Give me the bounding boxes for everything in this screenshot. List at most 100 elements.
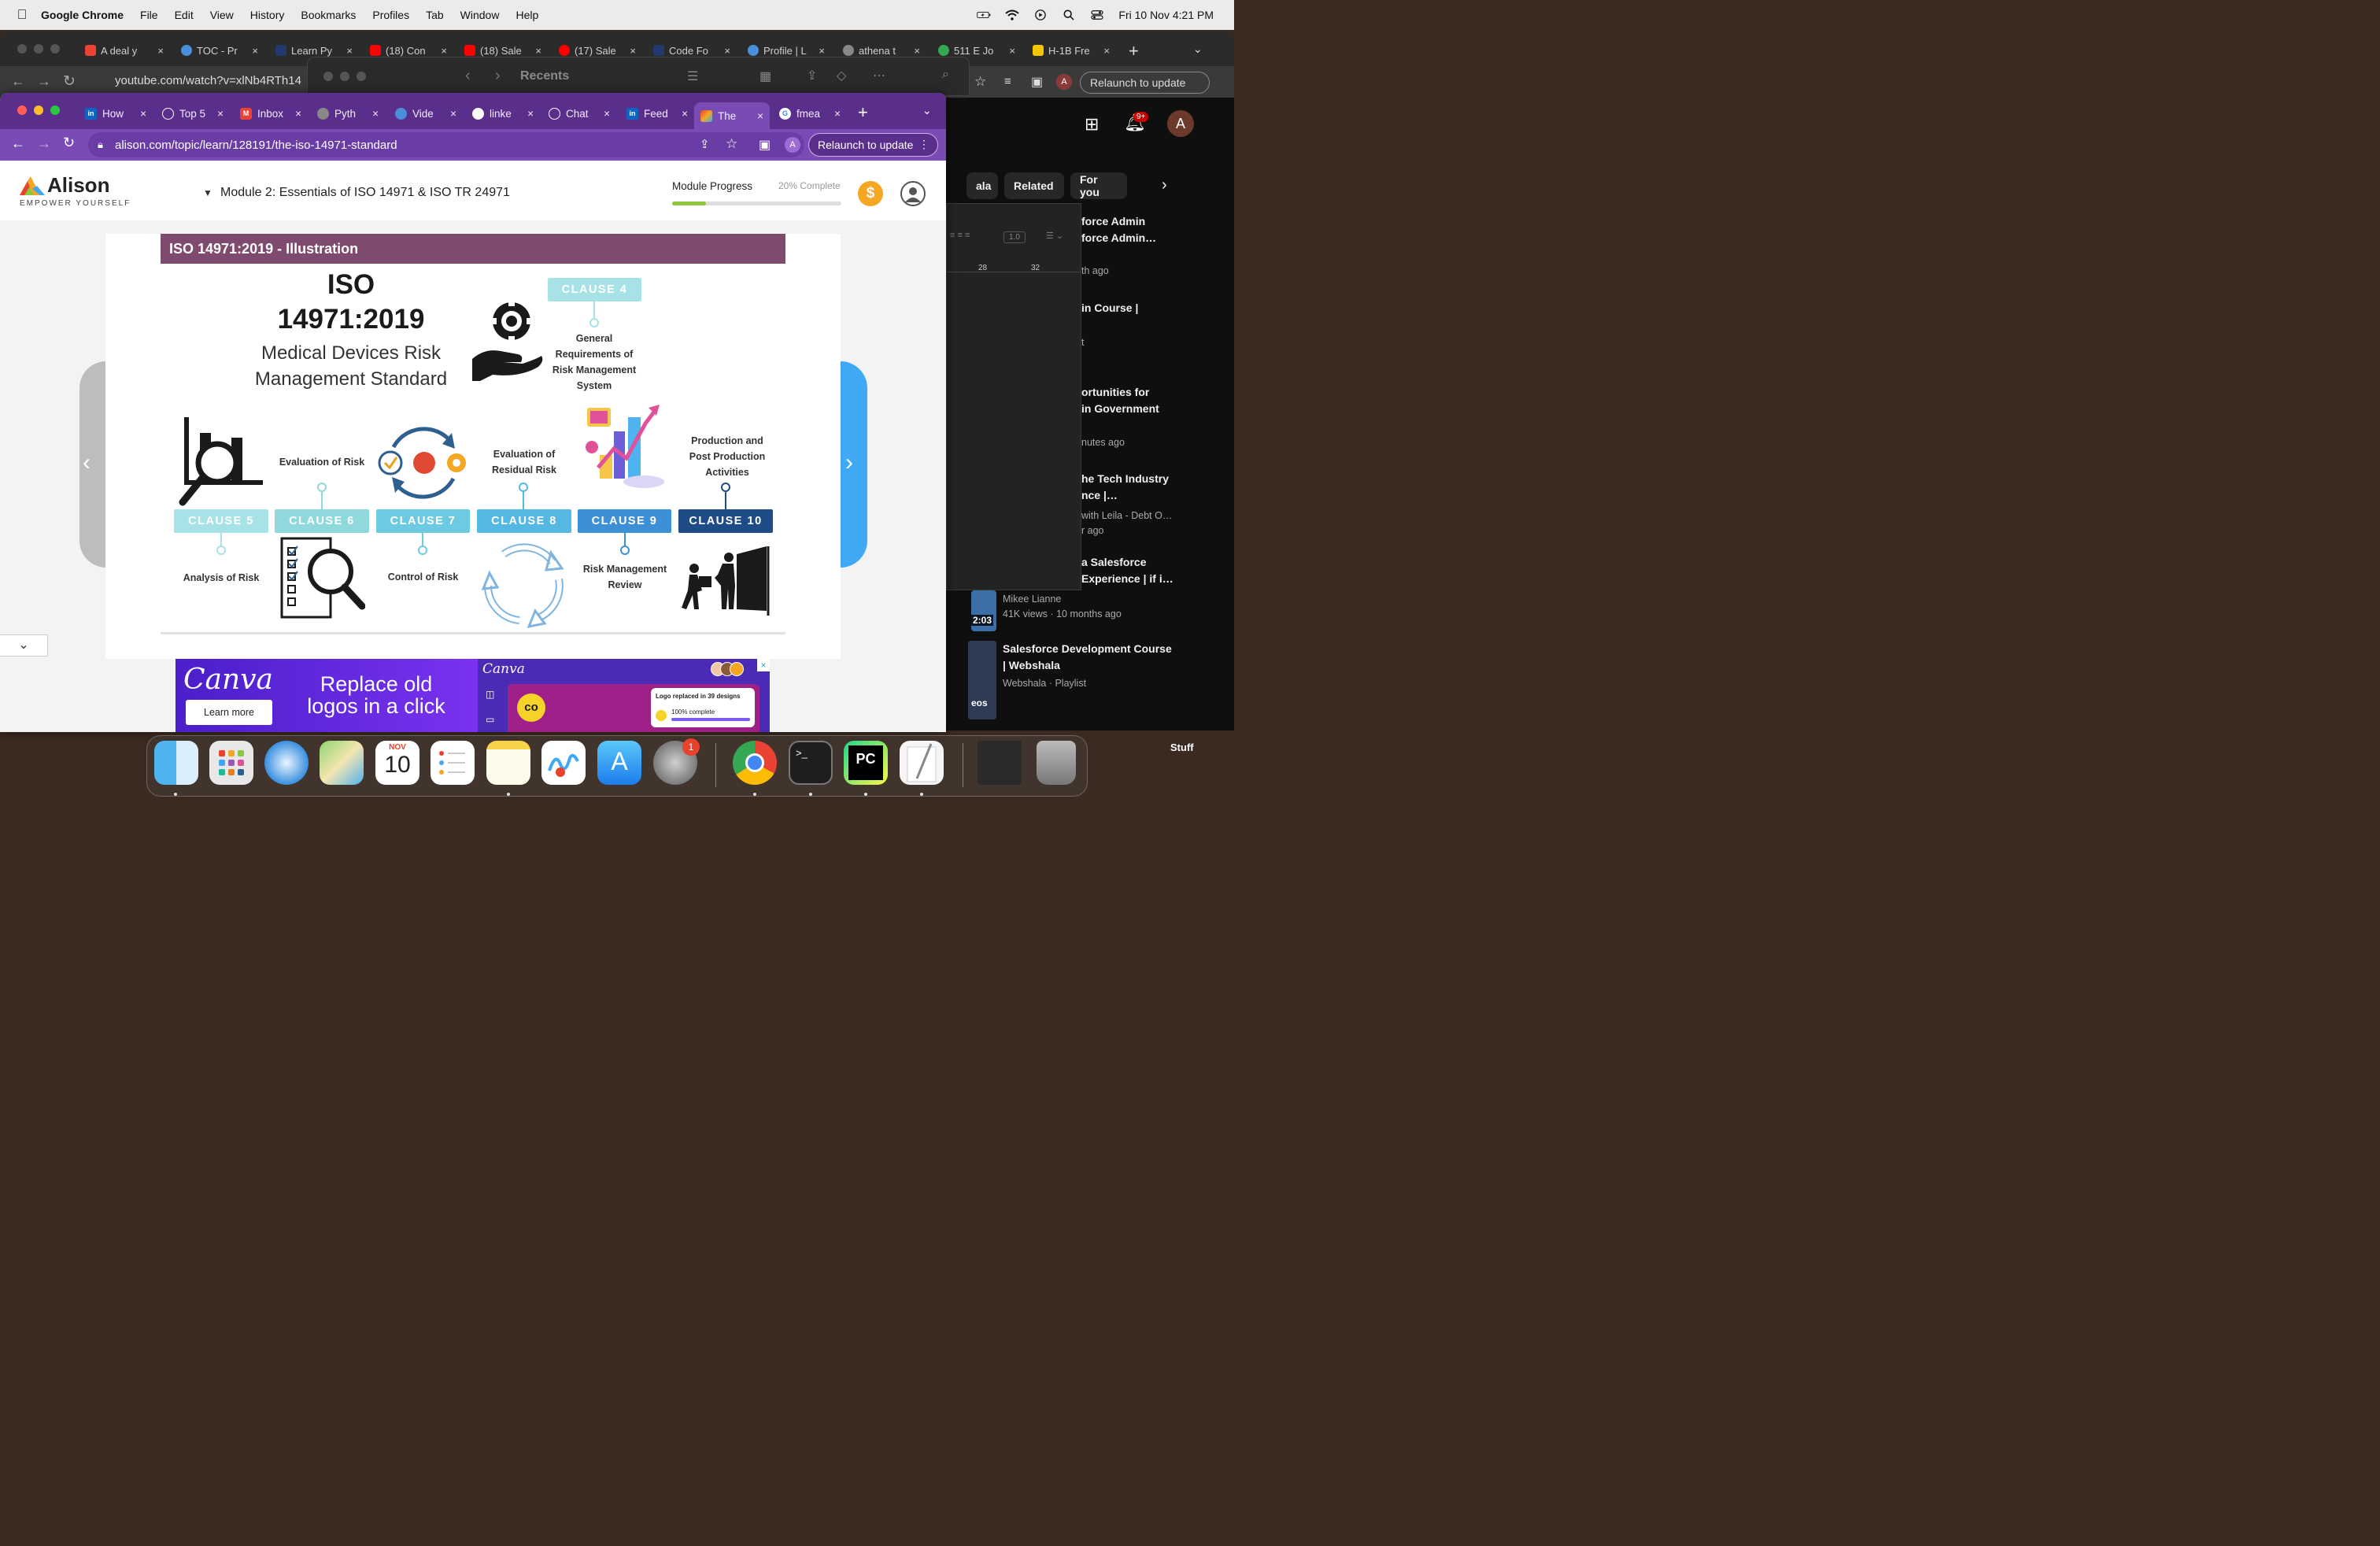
bg-tab-gmail[interactable]: A deal y × (85, 39, 164, 61)
tab-github-linked[interactable]: linke × (472, 102, 534, 124)
relaunch-button[interactable]: Relaunch to update ⋮ (808, 133, 938, 157)
new-tab-icon[interactable]: + (1129, 41, 1139, 61)
minimize-window-dot[interactable] (34, 105, 43, 115)
tab-linkedin-feed[interactable]: in Feed × (626, 102, 688, 124)
close-dot[interactable] (17, 44, 27, 54)
more-actions-icon[interactable]: ⋯ (873, 68, 885, 83)
close-icon[interactable]: × (604, 108, 610, 120)
control-center-icon[interactable] (1090, 9, 1104, 20)
close-icon[interactable]: × (535, 45, 541, 57)
close-icon[interactable]: × (217, 108, 224, 120)
profile-avatar[interactable]: A (785, 137, 800, 153)
coin-icon[interactable]: $ (858, 181, 883, 206)
close-icon[interactable]: × (819, 45, 825, 57)
menu-window[interactable]: Window (460, 9, 500, 21)
minimize-dot[interactable] (340, 72, 349, 81)
brand-name[interactable]: Alison (47, 173, 109, 198)
back-arrow-icon[interactable]: ← (11, 73, 25, 90)
calendar-dock-icon[interactable]: NOV 10 (375, 741, 419, 785)
spotlight-search-icon[interactable] (1062, 9, 1076, 20)
collapse-panel-button[interactable]: ⌄ (0, 634, 48, 656)
finder-dock-icon[interactable] (154, 741, 198, 785)
playlist-title[interactable]: Salesforce Development Course | Webshala (1003, 641, 1172, 674)
menu-tab[interactable]: Tab (426, 9, 444, 21)
battery-charging-icon[interactable] (977, 9, 991, 20)
chip-playlist[interactable]: ala (966, 172, 998, 199)
close-icon[interactable]: × (834, 108, 841, 120)
close-icon[interactable]: × (682, 108, 688, 120)
finder-back-icon[interactable]: ‹ (465, 67, 471, 85)
next-slide-button[interactable]: › (841, 361, 867, 568)
learn-more-button[interactable]: Learn more (186, 700, 272, 725)
close-icon[interactable]: × (757, 110, 763, 122)
bookmark-star-icon[interactable]: ☆ (974, 74, 986, 90)
chips-next-icon[interactable]: › (1162, 176, 1167, 194)
video-title[interactable]: in Course | (1081, 300, 1138, 316)
freeform-dock-icon[interactable] (541, 741, 586, 785)
close-icon[interactable]: × (724, 45, 730, 57)
bg-tab-toc[interactable]: TOC - Pr × (181, 39, 258, 61)
textedit-dock-icon[interactable] (900, 741, 944, 785)
share-icon[interactable]: ⇪ (700, 137, 710, 151)
menu-view[interactable]: View (210, 9, 234, 21)
tab-search-icon[interactable]: ⌄ (1193, 43, 1203, 56)
safari-dock-icon[interactable] (264, 741, 309, 785)
pycharm-dock-icon[interactable]: PC (844, 741, 888, 785)
side-panel-icon[interactable]: ▣ (1031, 74, 1043, 90)
finder-search-icon[interactable]: ⌕ (942, 68, 949, 82)
more-menu-icon[interactable]: ⋮ (918, 138, 929, 151)
reminders-dock-icon[interactable] (431, 741, 475, 785)
close-icon[interactable]: × (157, 45, 164, 57)
alison-logo-icon[interactable] (20, 176, 45, 195)
reading-list-icon[interactable]: ≡ (1004, 75, 1011, 88)
video-title[interactable]: he Tech Industry nce |… (1081, 471, 1169, 504)
reload-icon[interactable]: ↻ (63, 72, 76, 91)
list-style-icon[interactable]: ☰ ⌄ (1046, 231, 1063, 241)
video-title[interactable]: a Salesforce Experience | if i… (1081, 554, 1173, 587)
video-title[interactable]: ortunities for in Government (1081, 384, 1159, 417)
tab-gmail-inbox[interactable]: M Inbox × (240, 102, 301, 124)
apple-menu-icon[interactable]:  (14, 7, 30, 23)
bookmark-star-icon[interactable]: ☆ (726, 136, 737, 152)
close-icon[interactable]: × (914, 45, 920, 57)
chip-for-you[interactable]: For you (1070, 172, 1127, 199)
tab-top[interactable]: Top 5 × (162, 102, 224, 124)
stuff-stack-dock-icon[interactable] (978, 741, 1022, 785)
back-arrow-icon[interactable]: ← (11, 135, 25, 152)
profile-avatar[interactable]: A (1056, 74, 1072, 90)
close-window-dot[interactable] (17, 105, 27, 115)
terminal-dock-icon[interactable]: >_ (789, 741, 833, 785)
minimize-dot[interactable] (34, 44, 43, 54)
tab-search-icon[interactable]: ⌄ (922, 104, 932, 117)
menu-history[interactable]: History (250, 9, 285, 21)
close-icon[interactable]: × (1009, 45, 1015, 57)
address-bar[interactable]: 🔒︎ alison.com/topic/learn/128191/the-iso… (88, 132, 804, 157)
tag-icon[interactable]: ◇ (837, 68, 846, 83)
tab-chatgpt[interactable]: Chat × (549, 102, 610, 124)
tab-alison-active[interactable]: The × (694, 102, 770, 129)
maps-dock-icon[interactable] (320, 741, 364, 785)
side-panel-icon[interactable]: ▣ (759, 137, 771, 153)
site-info-icon[interactable]: 🔒︎ (98, 139, 103, 151)
forward-arrow-icon[interactable]: → (37, 73, 51, 90)
close-icon[interactable]: × (346, 45, 353, 57)
close-icon[interactable]: × (140, 108, 146, 120)
menu-file[interactable]: File (140, 9, 158, 21)
align-icons[interactable]: ≡ ≡ ≡ (950, 231, 970, 240)
module-dropdown-icon[interactable]: ▼ (203, 187, 213, 198)
video-title[interactable]: force Admin force Admin… (1081, 213, 1156, 246)
tab-google-fmea[interactable]: Gfmea × (779, 102, 841, 124)
forward-arrow-icon[interactable]: → (37, 135, 51, 152)
grid-view-icon[interactable]: ▦ (759, 68, 771, 84)
list-view-icon[interactable]: ☰ (687, 68, 698, 84)
bg-relaunch-button[interactable]: Relaunch to update (1080, 72, 1210, 94)
now-playing-icon[interactable] (1033, 9, 1048, 20)
reload-icon[interactable]: ↻ (63, 135, 75, 151)
url-text[interactable]: alison.com/topic/learn/128191/the-iso-14… (115, 139, 397, 152)
zoom-dot[interactable] (357, 72, 366, 81)
menu-help[interactable]: Help (516, 9, 538, 21)
menu-clock[interactable]: Fri 10 Nov 4:21 PM (1118, 9, 1214, 21)
menu-bookmarks[interactable]: Bookmarks (301, 9, 356, 21)
menu-app-name[interactable]: Google Chrome (41, 9, 124, 21)
canva-ad-banner[interactable]: Canva Learn more Replace old logos in a … (176, 659, 770, 732)
